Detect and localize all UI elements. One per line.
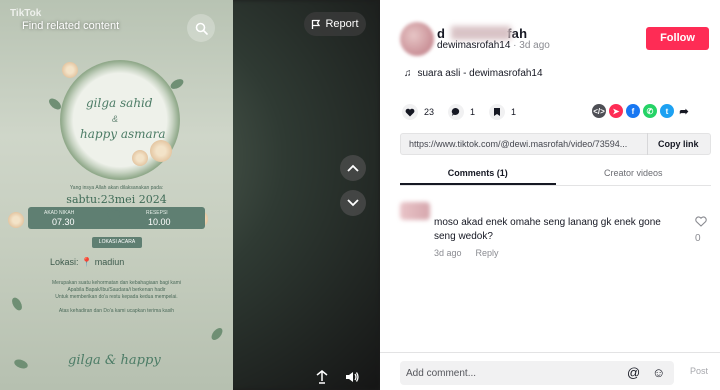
video-frame: gilga sahid & happy asmara Yang insya Al… [0, 0, 233, 390]
like-button[interactable] [402, 104, 418, 120]
video-link-url: https://www.tiktok.com/@dewi.masrofah/vi… [409, 139, 628, 149]
engagement-actions: 23 1 1 [402, 104, 524, 120]
video-player[interactable]: gilga sahid & happy asmara Yang insya Al… [0, 0, 380, 390]
find-related-content[interactable]: Find related content [22, 20, 119, 32]
copy-link-button[interactable]: Copy link [647, 133, 699, 155]
commenter-avatar[interactable] [400, 202, 430, 220]
picture-in-picture-icon [316, 370, 328, 384]
whatsapp-icon[interactable]: ✆ [643, 104, 657, 118]
comment-text: moso akad enek omahe seng lanang gk enek… [434, 217, 661, 242]
share-buttons: </> ➤ f ✆ t ➦ [592, 104, 691, 118]
resepsi-time: 10.00 [148, 217, 171, 227]
location-label: Lokasi: [50, 257, 79, 267]
tab-comments[interactable]: Comments (1) [400, 160, 556, 185]
save-button[interactable] [489, 104, 506, 120]
video-details-panel: d fah dewimasrofah14 · 3d ago Follow ♫ su… [380, 0, 720, 390]
location-city: madiun [94, 257, 125, 267]
search-button[interactable] [187, 14, 215, 42]
next-video-button[interactable] [340, 190, 366, 216]
follow-button[interactable]: Follow [646, 27, 709, 50]
akad-time: 07.30 [52, 217, 75, 227]
author-avatar[interactable] [400, 22, 434, 56]
volume-icon [346, 372, 359, 382]
author-handle[interactable]: dewimasrofah14 [437, 40, 510, 51]
music-title: suara asli - dewimasrofah14 [417, 68, 543, 79]
flower-decoration [150, 140, 172, 162]
chevron-down-icon [347, 199, 359, 207]
comment-like-button[interactable] [694, 216, 708, 230]
add-comment-bar: @ ☺ Post [380, 352, 720, 390]
tiktok-watermark: TikTok [10, 8, 42, 19]
heart-icon: ♥ [106, 201, 122, 231]
comment-button[interactable] [448, 104, 465, 120]
resepsi-label: RESEPSI [146, 210, 168, 216]
emoji-icon[interactable]: ☺ [652, 365, 665, 380]
lokasi-acara-button: LOKASI ACARA [92, 237, 142, 248]
reply-button[interactable]: Reply [476, 248, 499, 258]
leaf-decoration [209, 326, 225, 342]
invitation-invite-line: Yang insya Allah akan dilaksanakan pada: [69, 185, 164, 191]
invitation-closing-1: Merupakan suatu kehormatan dan kebahagia… [52, 280, 181, 286]
flower-decoration [62, 62, 78, 78]
wedding-invitation-image: gilga sahid & happy asmara Yang insya Al… [0, 0, 233, 390]
invitation-thanks: Atas kehadiran dan Do'a kami ucapkan ter… [58, 308, 175, 314]
tab-creator-videos[interactable]: Creator videos [556, 160, 712, 185]
floating-player-button[interactable] [314, 369, 330, 390]
bookmark-icon [494, 108, 501, 116]
invitation-bride-name: happy asmara [80, 127, 166, 141]
post-button[interactable]: Post [690, 366, 708, 376]
floral-wreath [60, 60, 180, 180]
comment-like-count: 0 [695, 233, 701, 244]
invitation-closing-3: Untuk memberikan do'a restu kepada kedua… [55, 294, 178, 300]
mention-icon[interactable]: @ [627, 365, 640, 380]
author-handle-line: dewimasrofah14 · 3d ago [437, 40, 550, 51]
invitation-ampersand: & [112, 114, 119, 124]
save-count: 1 [511, 107, 517, 117]
heart-icon [405, 108, 415, 116]
invitation-location: Lokasi: 📍 madiun [50, 257, 124, 268]
comment-tabs: Comments (1) Creator videos [400, 160, 711, 186]
comment-count: 1 [470, 107, 476, 117]
akad-label: AKAD NIKAH [44, 210, 75, 216]
comment-meta: 3d ago Reply [434, 248, 499, 258]
invitation-closing-2: Apabila Bapak/Ibu/Saudara/i berkenan had… [67, 287, 166, 293]
display-name-prefix: d [437, 26, 446, 41]
invitation-groom-name: gilga sahid [86, 96, 153, 110]
volume-button[interactable] [344, 369, 360, 390]
facebook-icon[interactable]: f [626, 104, 640, 118]
twitter-icon[interactable]: t [660, 104, 674, 118]
music-note-icon: ♫ [404, 68, 412, 79]
share-arrow-icon[interactable]: ➦ [677, 104, 691, 118]
chevron-up-icon [347, 164, 359, 172]
leaf-decoration [168, 77, 186, 91]
copy-link-bar: https://www.tiktok.com/@dewi.masrofah/vi… [400, 133, 711, 155]
comment-icon [451, 107, 460, 116]
embed-icon[interactable]: </> [592, 104, 606, 118]
separator-dot: · [513, 40, 517, 51]
send-icon[interactable]: ➤ [609, 104, 623, 118]
previous-video-button[interactable] [340, 155, 366, 181]
flower-decoration [132, 150, 148, 166]
comment-time: 3d ago [434, 248, 462, 258]
leaf-decoration [13, 357, 29, 371]
music-row[interactable]: ♫ suara asli - dewimasrofah14 [404, 68, 543, 79]
location-pin-icon: 📍 [81, 257, 93, 267]
invitation-footer-names: gilga & happy [68, 353, 161, 368]
flag-icon [312, 19, 321, 29]
report-label: Report [325, 18, 359, 30]
like-count: 23 [424, 107, 435, 117]
report-button[interactable]: Report [304, 12, 366, 36]
redaction-blur [451, 26, 511, 40]
search-icon [195, 22, 208, 35]
flower-decoration [8, 212, 24, 228]
post-time: 3d ago [519, 40, 550, 51]
heart-outline-icon [695, 216, 707, 227]
